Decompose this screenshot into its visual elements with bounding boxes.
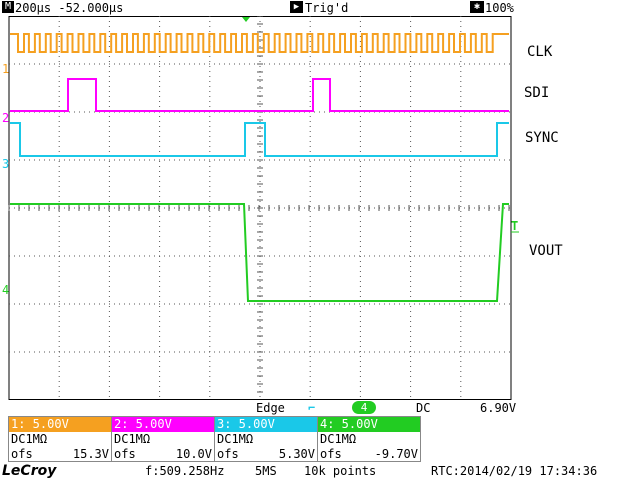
channel-4-scale: 4: 5.00V (318, 417, 420, 432)
channel-2-coupling: DC1MΩ (114, 432, 151, 446)
channel-4-offset-row: ofs -9.70V (318, 447, 420, 462)
real-time-clock: RTC:2014/02/19 17:34:36 (431, 464, 598, 478)
timebase-icon: M (2, 1, 14, 13)
zoom-readout[interactable]: ✱ 100% (470, 1, 514, 15)
trigger-level-marker[interactable]: T (511, 219, 518, 233)
channel-4-offset-label: ofs (320, 447, 342, 461)
channel-3-descriptor[interactable]: 3: 5.00V DC1MΩ ofs 5.30V (214, 416, 318, 462)
channel-1-offset-value: 15.3V (72, 447, 109, 461)
trigger-position-marker[interactable] (242, 17, 250, 22)
trigger-source-badge: 4 (352, 401, 376, 414)
brand-logo: LeCroy (2, 463, 57, 479)
channel-labels: CLK SDI SYNC VOUT (524, 44, 563, 259)
trigger-status-text: Trig'd (305, 1, 349, 15)
channel-2-ground-marker[interactable]: 2 (2, 111, 9, 125)
status-bar: M 200µs -52.000µs ▶ Trig'd ✱ 100% (0, 0, 640, 16)
trigger-coupling: DC (416, 401, 431, 415)
channel-3-name: SYNC (525, 130, 559, 146)
trigger-mode: Edge (256, 401, 285, 415)
channel-1-name: CLK (527, 44, 553, 60)
sample-rate: 5MS (255, 464, 277, 478)
channel-2-offset-row: ofs 10.0V (112, 447, 214, 462)
channel-4-coupling: DC1MΩ (320, 432, 357, 446)
channel-4-ground-marker[interactable]: 4 (2, 283, 9, 297)
trigger-level: 6.90V (480, 401, 517, 415)
zoom-icon: ✱ (470, 1, 484, 13)
footer-bar: LeCroy f:509.258Hz 5MS 10k points RTC:20… (0, 462, 640, 480)
trigger-slope-icon: ⌐ (308, 401, 316, 415)
run-state-icon: ▶ (290, 1, 303, 13)
timebase-readout[interactable]: M 200µs -52.000µs (2, 1, 123, 15)
channel-3-scale: 3: 5.00V (215, 417, 317, 432)
channel-2-offset-value: 10.0V (175, 447, 212, 461)
graticule (8, 16, 512, 400)
channel-1-descriptor[interactable]: 1: 5.00V DC1MΩ ofs 15.3V (8, 416, 112, 462)
waveform-display[interactable]: CLK SDI SYNC VOUT 1 2 3 4 T (0, 16, 640, 400)
channel-1-ground-marker[interactable]: 1 (2, 62, 9, 76)
channel-3-offset-value: 5.30V (278, 447, 315, 461)
channel-3-offset-row: ofs 5.30V (215, 447, 317, 462)
trigger-info-bar[interactable]: Edge ⌐ 4 DC 6.90V (0, 400, 640, 416)
channel-2-scale: 2: 5.00V (112, 417, 214, 432)
channel-4-offset-value: -9.70V (374, 447, 418, 461)
channel-1-coupling: DC1MΩ (11, 432, 48, 446)
channel-4-name: VOUT (529, 243, 563, 259)
channel-3-ground-marker[interactable]: 3 (2, 157, 9, 171)
channel-2-offset-label: ofs (114, 447, 136, 461)
frequency-readout: f:509.258Hz (145, 464, 225, 478)
channel-1-offset-row: ofs 15.3V (9, 447, 111, 462)
channel-3-coupling: DC1MΩ (217, 432, 254, 446)
timebase-delay: -52.000µs (58, 1, 124, 15)
channel-3-offset-label: ofs (217, 447, 239, 461)
channel-1-scale: 1: 5.00V (9, 417, 111, 432)
timebase-scale: 200µs (15, 1, 52, 15)
channel-2-name: SDI (524, 85, 549, 101)
trigger-status[interactable]: ▶ Trig'd (290, 1, 348, 15)
record-length: 10k points (304, 464, 377, 478)
channel-4-descriptor[interactable]: 4: 5.00V DC1MΩ ofs -9.70V (317, 416, 421, 462)
zoom-value: 100% (485, 1, 514, 15)
channel-2-descriptor[interactable]: 2: 5.00V DC1MΩ ofs 10.0V (111, 416, 215, 462)
channel-1-offset-label: ofs (11, 447, 33, 461)
